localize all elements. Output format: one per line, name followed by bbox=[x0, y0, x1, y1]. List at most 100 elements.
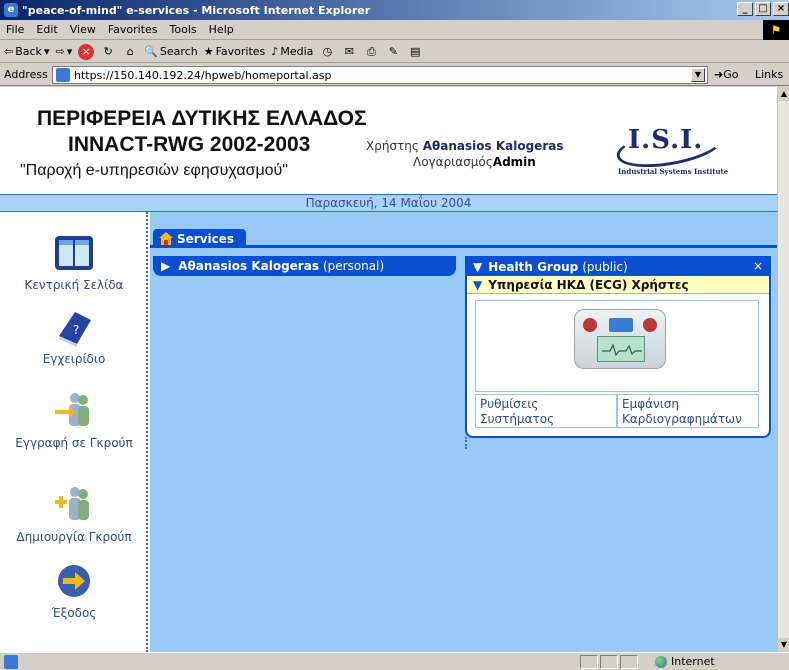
links-button[interactable]: Links bbox=[755, 68, 783, 81]
edit-icon[interactable]: ✎ bbox=[385, 44, 401, 60]
region-title: ΠΕΡΙΦΕΡΕΙΑ ΔΥΤΙΚΗΣ ΕΛΛΑΔΟΣ bbox=[37, 107, 367, 130]
status-page-icon bbox=[4, 654, 18, 669]
address-input[interactable]: https://150.140.192.24/hpweb/homeportal.… bbox=[52, 66, 708, 84]
menu-file[interactable]: File bbox=[6, 23, 24, 36]
history-icon[interactable]: ◷ bbox=[319, 44, 335, 60]
zone-label: Internet bbox=[671, 655, 715, 668]
account-label: Λογαριασμός bbox=[413, 155, 493, 169]
favorites-label: Favorites bbox=[215, 45, 266, 58]
back-label: Back bbox=[15, 45, 42, 58]
nav-create-group[interactable]: Δημιουργία Γκρούπ bbox=[0, 484, 148, 544]
page-viewport: ΠΕΡΙΦΕΡΕΙΑ ΔΥΤΙΚΗΣ ΕΛΛΑΔΟΣ INNACT-RWG 20… bbox=[0, 87, 777, 652]
window-title: "peace-of-mind" e-services - Microsoft I… bbox=[22, 3, 371, 17]
status-cell bbox=[600, 655, 618, 669]
search-button[interactable]: 🔍 Search bbox=[144, 45, 198, 58]
house-icon bbox=[159, 232, 173, 245]
account-name: Admin bbox=[492, 155, 536, 169]
media-icon: ♪ bbox=[271, 45, 279, 58]
refresh-icon[interactable]: ↻ bbox=[100, 44, 116, 60]
media-button[interactable]: ♪ Media bbox=[271, 45, 313, 58]
svg-text:?: ? bbox=[73, 323, 79, 337]
tab-services-label: Services bbox=[177, 231, 235, 246]
home-book-icon bbox=[53, 232, 95, 274]
group-panel: ▼ Health Group (public) × ▼ Υπηρεσία ΗΚΔ… bbox=[465, 256, 771, 438]
ie-icon: e bbox=[4, 3, 18, 17]
stop-icon[interactable]: × bbox=[78, 43, 95, 60]
menu-help[interactable]: Help bbox=[209, 23, 234, 36]
menu-favorites[interactable]: Favorites bbox=[108, 23, 158, 36]
windows-logo-icon: ⚑ bbox=[763, 20, 789, 40]
page-header: ΠΕΡΙΦΕΡΕΙΑ ΔΥΤΙΚΗΣ ΕΛΛΑΔΟΣ INNACT-RWG 20… bbox=[0, 87, 777, 194]
tab-services[interactable]: Services bbox=[153, 229, 247, 248]
toolbar: ⇦ Back ▾ ⇨ ▾ × ↻ ⌂ 🔍 Search ★ Favorites ♪ Me… bbox=[0, 41, 789, 63]
address-dropdown-icon[interactable]: ▼ bbox=[691, 68, 705, 82]
ecg-device-icon bbox=[574, 309, 666, 369]
system-settings-link[interactable]: Ρυθμίσεις Συστήματος bbox=[475, 394, 617, 428]
print-icon[interactable]: ⎙ bbox=[363, 44, 379, 60]
create-group-icon bbox=[53, 484, 95, 526]
minimize-button[interactable]: _ bbox=[737, 2, 753, 16]
back-arrow-icon: ⇦ bbox=[4, 45, 14, 58]
manual-book-icon: ? bbox=[53, 306, 95, 348]
forward-button[interactable]: ⇨ ▾ bbox=[55, 45, 72, 58]
menu-tools[interactable]: Tools bbox=[170, 23, 197, 36]
user-label: Χρήστης bbox=[366, 139, 423, 153]
expanded-arrow-icon: ▼ bbox=[473, 260, 483, 274]
back-button[interactable]: ⇦ Back ▾ bbox=[4, 45, 49, 58]
home-icon[interactable]: ⌂ bbox=[122, 44, 138, 60]
service-arrow-icon: ▼ bbox=[473, 277, 483, 292]
logo-subtitle: Industrial Systems Institute bbox=[618, 167, 729, 176]
collapsed-arrow-icon: ▶ bbox=[161, 259, 171, 273]
vertical-scrollbar[interactable]: ▲ ▼ bbox=[777, 87, 789, 652]
tab-row: Services bbox=[150, 226, 777, 248]
scroll-down-icon[interactable]: ▼ bbox=[778, 638, 789, 652]
service-links: Ρυθμίσεις Συστήματος Εμφάνιση Καρδιογραφ… bbox=[475, 394, 759, 428]
address-bar: Address https://150.140.192.24/hpweb/hom… bbox=[0, 64, 789, 86]
nav-home-label: Κεντρική Σελίδα bbox=[24, 278, 124, 292]
nav-home[interactable]: Κεντρική Σελίδα bbox=[0, 232, 148, 292]
menu-view[interactable]: View bbox=[70, 23, 96, 36]
scroll-up-icon[interactable]: ▲ bbox=[778, 87, 789, 101]
nav-manual[interactable]: ? Εγχειρίδιο bbox=[0, 306, 148, 366]
personal-panel-header[interactable]: ▶ Αθanasios Kalogeras (personal) bbox=[153, 256, 456, 276]
close-icon[interactable]: × bbox=[753, 259, 763, 273]
project-title: INNACT-RWG 2002-2003 bbox=[68, 133, 311, 156]
menu-bar: File Edit View Favorites Tools Help bbox=[0, 20, 789, 40]
status-bar: Internet bbox=[0, 652, 789, 670]
isi-logo: I.S.I. Industrial Systems Institute bbox=[612, 119, 730, 183]
maximize-button[interactable]: □ bbox=[755, 2, 771, 16]
close-button[interactable]: × bbox=[773, 2, 789, 16]
group-panel-name: Health Group bbox=[488, 260, 579, 274]
group-panel-header[interactable]: ▼ Health Group (public) × bbox=[467, 258, 769, 276]
discuss-icon[interactable]: ▤ bbox=[407, 44, 423, 60]
nav-join-group[interactable]: Εγγραφή σε Γκρούπ bbox=[0, 390, 148, 450]
go-button[interactable]: ➜Go bbox=[714, 68, 738, 81]
panel-divider bbox=[465, 437, 467, 449]
user-info: Χρήστης Αθanasios Kalogeras bbox=[366, 139, 563, 153]
date-bar: Παρασκευή, 14 Μαΐου 2004 bbox=[0, 194, 777, 212]
ecg-device-image bbox=[475, 300, 759, 392]
title-bar: e "peace-of-mind" e-services - Microsoft… bbox=[0, 0, 789, 20]
account-info: ΛογαριασμόςAdmin bbox=[413, 155, 536, 169]
mail-icon[interactable]: ✉ bbox=[341, 44, 357, 60]
media-label: Media bbox=[280, 45, 314, 58]
view-cardiograms-link[interactable]: Εμφάνιση Καρδιογραφημάτων bbox=[617, 394, 759, 428]
group-panel-scope: (public) bbox=[582, 260, 628, 274]
favorites-button[interactable]: ★ Favorites bbox=[204, 45, 266, 58]
security-zone: Internet bbox=[655, 655, 715, 668]
address-url: https://150.140.192.24/hpweb/homeportal.… bbox=[74, 68, 332, 82]
menu-edit[interactable]: Edit bbox=[36, 23, 57, 36]
status-cell bbox=[620, 655, 638, 669]
personal-panel-scope: (personal) bbox=[322, 259, 385, 273]
user-name: Αθanasios Kalogeras bbox=[422, 139, 564, 153]
page-icon bbox=[56, 68, 70, 82]
exit-icon bbox=[53, 560, 95, 602]
nav-exit[interactable]: Έξοδος bbox=[0, 560, 148, 620]
project-subtitle: "Παροχή e-υπηρεσιών εφησυχασμού" bbox=[20, 162, 288, 179]
service-header[interactable]: ▼ Υπηρεσία ΗΚΔ (ECG) Χρήστες bbox=[467, 276, 769, 294]
nav-manual-label: Εγχειρίδιο bbox=[42, 352, 106, 366]
search-icon: 🔍 bbox=[144, 45, 158, 58]
join-group-icon bbox=[53, 390, 95, 432]
address-label: Address bbox=[4, 68, 48, 81]
service-title: Υπηρεσία ΗΚΔ (ECG) Χρήστες bbox=[488, 277, 689, 292]
